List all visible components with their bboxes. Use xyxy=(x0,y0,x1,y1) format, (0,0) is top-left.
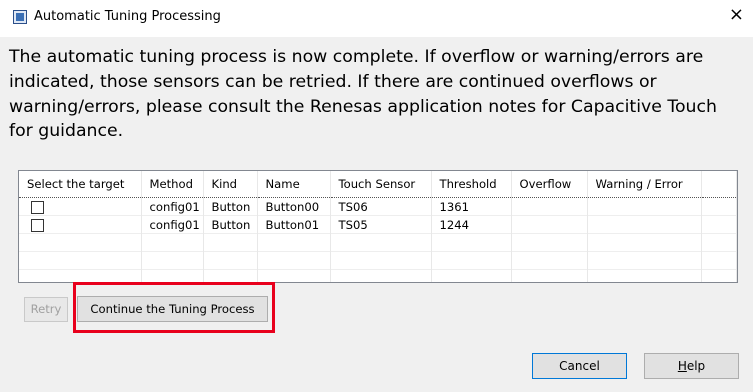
column-header-overflow[interactable]: Overflow xyxy=(511,171,588,198)
select-checkbox[interactable] xyxy=(31,218,44,232)
column-header-select-target[interactable]: Select the target xyxy=(19,171,142,198)
name-cell: Button01 xyxy=(257,215,331,234)
help-mnemonic: H xyxy=(677,359,687,373)
select-cell xyxy=(19,197,142,216)
table-row[interactable]: config01 Button Button00 TS06 1361 xyxy=(19,197,737,216)
touch-sensor-cell: TS05 xyxy=(330,215,432,234)
kind-cell: Button xyxy=(203,215,258,234)
sensor-table: Select the target Method Kind Name Touch… xyxy=(18,170,738,283)
threshold-cell: 1361 xyxy=(431,197,512,216)
continue-tuning-button[interactable]: Continue the Tuning Process xyxy=(77,296,268,322)
empty-row xyxy=(19,269,737,282)
select-checkbox[interactable] xyxy=(31,200,44,214)
column-header-threshold[interactable]: Threshold xyxy=(431,171,512,198)
cancel-button[interactable]: Cancel xyxy=(532,353,627,379)
empty-row xyxy=(19,233,737,252)
completion-message: The automatic tuning process is now comp… xyxy=(9,47,717,142)
warning-error-cell xyxy=(587,215,702,234)
method-cell: config01 xyxy=(141,215,204,234)
name-cell: Button00 xyxy=(257,197,331,216)
retry-button[interactable]: Retry xyxy=(24,297,68,322)
kind-cell: Button xyxy=(203,197,258,216)
window-title: Automatic Tuning Processing xyxy=(34,9,221,24)
column-header-kind[interactable]: Kind xyxy=(203,171,258,198)
threshold-cell: 1244 xyxy=(431,215,512,234)
filler-cell xyxy=(701,215,737,234)
empty-row xyxy=(19,251,737,270)
touch-sensor-cell: TS06 xyxy=(330,197,432,216)
filler-cell xyxy=(701,197,737,216)
select-cell xyxy=(19,215,142,234)
title-bar: Automatic Tuning Processing × xyxy=(0,0,753,37)
app-window-icon xyxy=(13,10,27,24)
method-cell: config01 xyxy=(141,197,204,216)
help-label: elp xyxy=(686,359,706,373)
overflow-cell xyxy=(511,197,588,216)
warning-error-cell xyxy=(587,197,702,216)
column-header-filler xyxy=(701,171,737,198)
close-icon[interactable]: × xyxy=(729,5,744,25)
table-header-row: Select the target Method Kind Name Touch… xyxy=(19,171,737,198)
column-header-warning-error[interactable]: Warning / Error xyxy=(587,171,702,198)
column-header-name[interactable]: Name xyxy=(257,171,331,198)
column-header-touch-sensor[interactable]: Touch Sensor xyxy=(330,171,432,198)
overflow-cell xyxy=(511,215,588,234)
help-button[interactable]: Help xyxy=(644,353,739,379)
table-row[interactable]: config01 Button Button01 TS05 1244 xyxy=(19,215,737,234)
column-header-method[interactable]: Method xyxy=(141,171,204,198)
